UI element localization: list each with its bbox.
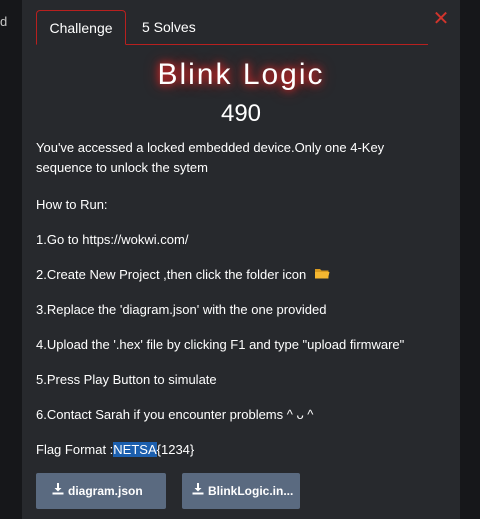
download-hex-label: BlinkLogic.in... (208, 484, 294, 498)
challenge-points: 490 (220, 100, 262, 127)
challenge-modal: Challenge 5 Solves ✕ Blink Logic 490 You… (22, 0, 460, 519)
step-4: 4.Upload the '.hex' file by clicking F1 … (36, 337, 405, 352)
step-5: 5.Press Play Button to simulate (36, 372, 217, 387)
backdrop-left: d (0, 0, 22, 519)
modal-tabs: Challenge 5 Solves (36, 10, 428, 45)
step-3: 3.Replace the 'diagram.json' with the on… (36, 302, 327, 317)
challenge-title: Blink Logic (157, 58, 325, 91)
download-hex-button[interactable]: BlinkLogic.in... (182, 473, 300, 509)
step-2-text: 2.Create New Project ,then click the fol… (36, 267, 307, 282)
how-to-run-heading: How to Run: (36, 197, 108, 212)
description-line-2: sequence to unlock the sytem (36, 160, 208, 175)
description-line-1: You've accessed a locked embedded device… (36, 140, 385, 155)
backdrop-right (460, 0, 480, 519)
flag-format-value: {1234} (156, 442, 195, 457)
tab-challenge[interactable]: Challenge (36, 10, 126, 45)
flag-format-highlight: NETSA (113, 442, 157, 457)
download-icon (192, 473, 204, 509)
flag-format: Flag Format :NETSA{1234} (36, 440, 436, 460)
close-icon: ✕ (432, 8, 450, 30)
step-6: 6.Contact Sarah if you encounter problem… (36, 407, 314, 422)
download-diagram-json-button[interactable]: diagram.json (36, 473, 166, 509)
download-diagram-json-label: diagram.json (68, 484, 143, 498)
tab-solves[interactable]: 5 Solves (142, 10, 196, 44)
step-1: 1.Go to https://wokwi.com/ (36, 232, 189, 247)
page: d Challenge 5 Solves ✕ Blink Logic 490 Y… (0, 0, 480, 519)
backdrop-text: d (0, 14, 8, 29)
flag-format-label: Flag Format : (36, 442, 114, 457)
download-icon (52, 473, 64, 509)
step-2: 2.Create New Project ,then click the fol… (36, 265, 436, 286)
folder-icon (314, 266, 330, 286)
close-button[interactable]: ✕ (430, 8, 452, 30)
